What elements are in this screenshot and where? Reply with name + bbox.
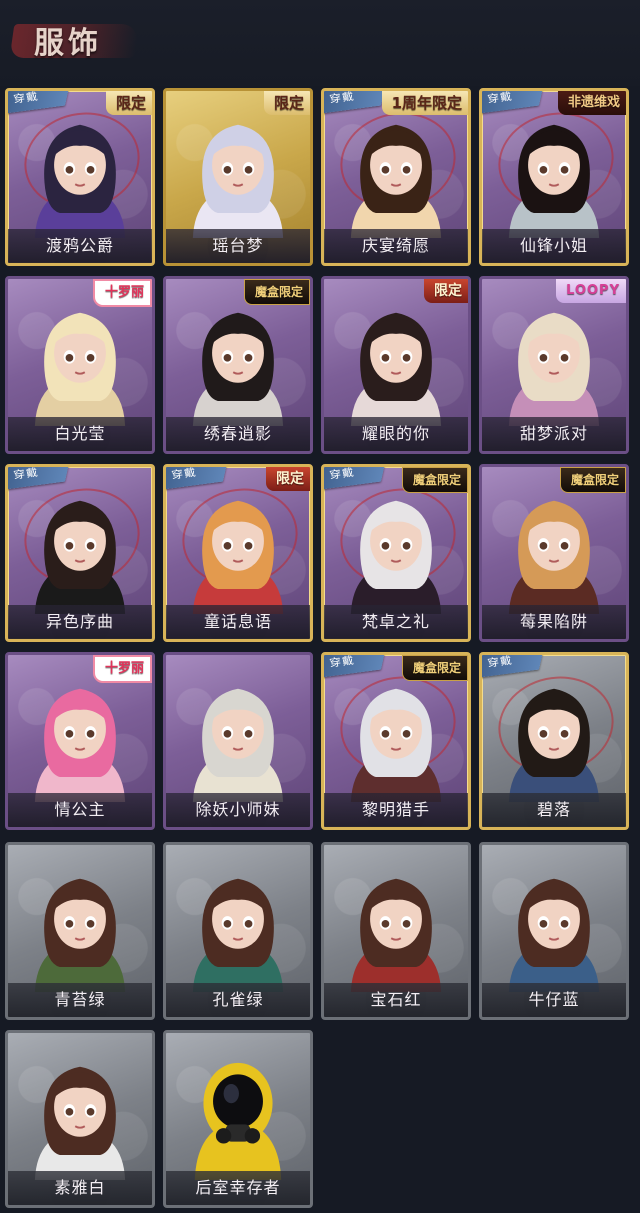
limited-badge: 限定 xyxy=(266,467,310,491)
character-portrait xyxy=(194,1062,282,1180)
outfit-name: 莓果陷阱 xyxy=(482,605,626,639)
outfit-card[interactable]: 穿戴 非遗维戏 仙锋小姐 xyxy=(479,88,629,266)
outfit-card[interactable]: 宝石红 xyxy=(321,842,471,1020)
outfit-name: 童话息语 xyxy=(166,605,310,639)
outfit-card[interactable]: 牛仔蓝 xyxy=(479,842,629,1020)
character-portrait xyxy=(192,878,284,992)
outfit-name: 耀眼的你 xyxy=(324,417,468,451)
outfit-card[interactable]: 限定耀眼的你 xyxy=(321,276,471,454)
outfit-name: 异色序曲 xyxy=(8,605,152,639)
outfit-card[interactable]: 穿戴 1周年限定 庆宴绮愿 xyxy=(321,88,471,266)
outfit-card[interactable]: 穿戴 异色序曲 xyxy=(5,464,155,642)
limited-badge: 限定 xyxy=(263,91,310,115)
outfit-name: 绣春逍影 xyxy=(166,417,310,451)
limited-badge: LOOPY xyxy=(556,279,626,303)
outfit-card[interactable]: 十罗丽情公主 xyxy=(5,652,155,830)
outfit-card[interactable]: LOOPY 甜梦派对 xyxy=(479,276,629,454)
limited-badge: 限定 xyxy=(105,91,152,115)
limited-badge: 魔盒限定 xyxy=(401,467,468,493)
outfit-card[interactable]: 穿戴 限定 童话息语 xyxy=(163,464,313,642)
character-portrait xyxy=(192,688,284,802)
outfit-name: 宝石红 xyxy=(324,983,468,1017)
outfit-name: 素雅白 xyxy=(8,1171,152,1205)
outfit-card[interactable]: 限定瑶台梦 xyxy=(163,88,313,266)
outfit-card[interactable]: 魔盒限定莓果陷阱 xyxy=(479,464,629,642)
character-portrait xyxy=(34,1066,126,1180)
outfit-card[interactable]: 孔雀绿 xyxy=(163,842,313,1020)
limited-badge: 十罗丽 xyxy=(92,279,152,307)
character-portrait xyxy=(34,500,126,614)
character-portrait xyxy=(350,878,442,992)
limited-badge: 十罗丽 xyxy=(92,655,152,683)
outfit-name: 甜梦派对 xyxy=(482,417,626,451)
outfit-name: 后室幸存者 xyxy=(166,1171,310,1205)
limited-badge: 魔盒限定 xyxy=(243,279,310,305)
outfit-grid: 穿戴 限定 渡鸦公爵 限定 瑶台梦 穿戴 1周年限定 庆宴绮愿 穿戴 非遗维戏 仙锋小姐 十罗丽 白光莹… xyxy=(0,0,640,1213)
outfit-name: 除妖小师妹 xyxy=(166,793,310,827)
character-portrait xyxy=(508,878,600,992)
limited-badge: 非遗维戏 xyxy=(557,91,626,115)
outfit-name: 仙锋小姐 xyxy=(482,229,626,263)
outfit-card[interactable]: 后室幸存者 xyxy=(163,1030,313,1208)
outfit-name: 庆宴绮愿 xyxy=(324,229,468,263)
limited-badge: 1周年限定 xyxy=(381,91,468,115)
limited-badge: 魔盒限定 xyxy=(559,467,626,493)
outfit-card[interactable]: 魔盒限定绣春逍影 xyxy=(163,276,313,454)
outfit-name: 渡鸦公爵 xyxy=(8,229,152,263)
outfit-card[interactable]: 素雅白 xyxy=(5,1030,155,1208)
character-portrait xyxy=(34,878,126,992)
outfit-card[interactable]: 除妖小师妹 xyxy=(163,652,313,830)
outfit-card[interactable]: 十罗丽白光莹 xyxy=(5,276,155,454)
outfit-name: 牛仔蓝 xyxy=(482,983,626,1017)
outfit-card[interactable]: 穿戴 魔盒限定 梵卓之礼 xyxy=(321,464,471,642)
outfit-card[interactable]: 穿戴 碧落 xyxy=(479,652,629,830)
limited-badge: 限定 xyxy=(424,279,468,303)
outfit-card[interactable]: 穿戴 魔盒限定 黎明猎手 xyxy=(321,652,471,830)
outfit-name: 梵卓之礼 xyxy=(324,605,468,639)
outfit-name: 孔雀绿 xyxy=(166,983,310,1017)
outfit-card[interactable]: 青苔绿 xyxy=(5,842,155,1020)
outfit-card[interactable]: 穿戴 限定 渡鸦公爵 xyxy=(5,88,155,266)
outfit-name: 碧落 xyxy=(482,793,626,827)
limited-badge: 魔盒限定 xyxy=(401,655,468,681)
outfit-name: 白光莹 xyxy=(8,417,152,451)
outfit-name: 瑶台梦 xyxy=(166,229,310,263)
character-portrait xyxy=(508,688,600,802)
outfit-name: 情公主 xyxy=(8,793,152,827)
outfit-name: 青苔绿 xyxy=(8,983,152,1017)
outfit-name: 黎明猎手 xyxy=(324,793,468,827)
